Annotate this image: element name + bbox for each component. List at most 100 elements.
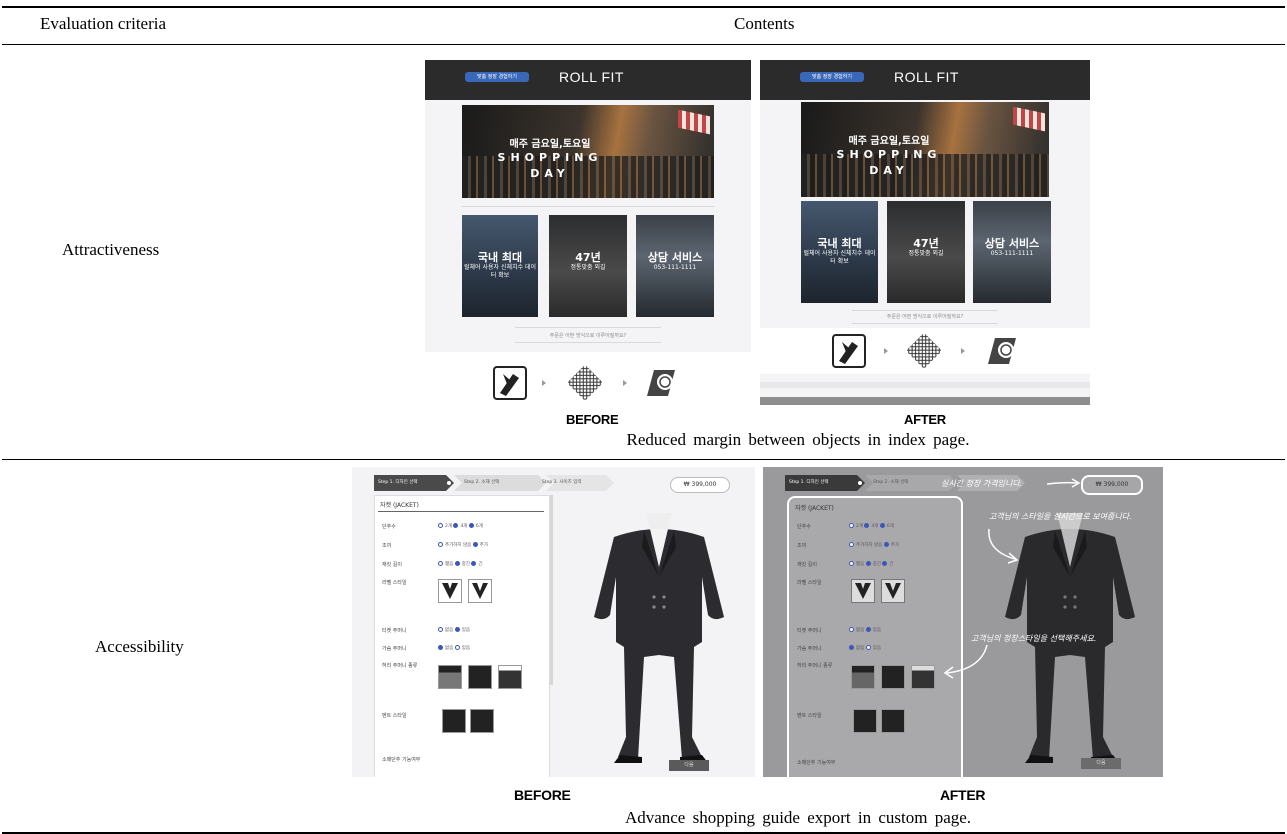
price-display: ₩ 399,000 xyxy=(1081,475,1143,495)
step-arrow-icon xyxy=(884,348,888,354)
option-label: 재킷 길이 xyxy=(382,562,402,568)
site-logo: ROLL FIT xyxy=(894,69,959,85)
order-question: 주문은 어떤 방식으로 이루어질까요? xyxy=(886,314,964,320)
tile-title: 47년 xyxy=(913,237,939,250)
lapel-style-swatch-icon xyxy=(468,579,492,603)
option-label: 라펠 스타일 xyxy=(382,580,407,586)
pocket-swatch xyxy=(468,665,492,689)
tile-title: 상담 서비스 xyxy=(984,237,1040,250)
option-label: 소매단추 기능여부 xyxy=(797,760,836,766)
table-row-divider xyxy=(2,459,1285,460)
before-label: BEFORE xyxy=(514,787,571,803)
banner-awning xyxy=(678,109,710,135)
banner-line3: DAY xyxy=(869,164,909,177)
design-pencil-icon xyxy=(493,366,527,400)
banner-line3: DAY xyxy=(530,167,570,180)
divider xyxy=(378,511,544,512)
option-values: 추가하지 않음 추가 xyxy=(849,542,899,548)
footer-strip xyxy=(760,382,1090,388)
pocket-swatch xyxy=(851,665,875,689)
option-label: 재킷 길이 xyxy=(797,562,817,568)
option-label: 가슴 주머니 xyxy=(382,646,407,652)
tile-sub: 럴체어 사용자 신체치수 데이터 확보 xyxy=(464,264,536,279)
before-label: BEFORE xyxy=(566,412,619,427)
header-contents: Contents xyxy=(734,14,795,33)
lapel-style-swatch-icon xyxy=(438,579,462,603)
custom-page-before-screenshot: Step 1. 디자인 선택 Step 2. 소재 선택 Step 3. 사이즈… xyxy=(352,467,755,777)
vent-swatch xyxy=(442,709,466,733)
promo-tile-2: 47년 정통맞춤 외길 xyxy=(549,215,627,317)
vent-swatch xyxy=(853,709,877,733)
arrow-to-options-icon xyxy=(943,644,988,679)
tile-sub: 053-111-1111 xyxy=(653,264,697,271)
option-label: 라펠 스타일 xyxy=(797,580,822,586)
tile-title: 47년 xyxy=(575,251,601,264)
option-values: 없음 있음 xyxy=(849,645,881,651)
section-title: 자켓 (JACKET) xyxy=(795,505,834,512)
option-values: 2개 4개 6개 xyxy=(849,523,894,529)
step-2-label: Step 2. 소재 선택 xyxy=(873,480,909,485)
option-values: 없음 있음 xyxy=(438,627,470,633)
pocket-swatch xyxy=(911,665,935,689)
order-question: 주문은 어떤 방식으로 이루어질까요? xyxy=(549,333,627,339)
option-label: 조끼 xyxy=(382,543,392,549)
option-label: 가슴 주머니 xyxy=(797,646,822,652)
promo-tile-2: 47년 정통맞춤 외길 xyxy=(887,201,965,303)
option-label: 소매단추 기능여부 xyxy=(382,757,421,763)
pocket-swatch xyxy=(438,665,462,689)
tile-sub: 럴체어 사용자 신체치수 데이터 확보 xyxy=(803,250,876,265)
shopping-day-banner: 매주 금요일,토요일 SHOPPING DAY xyxy=(462,105,714,198)
option-label: 티켓 주머니 xyxy=(797,628,822,634)
design-pencil-icon xyxy=(832,334,866,368)
option-values: 2개 4개 6개 xyxy=(438,523,483,529)
cta-button: 맞춤 정장 경험하기 xyxy=(800,72,864,82)
tile-title: 국내 최대 xyxy=(817,237,862,250)
fabric-pattern-icon xyxy=(907,334,941,368)
tile-title: 상담 서비스 xyxy=(647,251,703,264)
caption-accessibility: Advance shopping guide export in custom … xyxy=(624,808,972,827)
option-label: 조끼 xyxy=(797,543,807,549)
section-title: 자켓 (JACKET) xyxy=(380,502,419,509)
site-logo: ROLL FIT xyxy=(559,69,624,85)
option-label: 벤트 스타일 xyxy=(797,713,822,719)
next-button: 다음 xyxy=(1081,758,1121,769)
table-top-rule xyxy=(2,6,1285,8)
pocket-swatch xyxy=(881,665,905,689)
step-arrow-icon xyxy=(623,380,627,386)
header-evaluation-criteria: Evaluation criteria xyxy=(40,14,167,33)
options-panel xyxy=(374,495,550,777)
divider xyxy=(462,206,714,207)
promo-tile-1: 국내 최대 럴체어 사용자 신체치수 데이터 확보 xyxy=(801,201,878,303)
tile-sub: 정통맞춤 외길 xyxy=(570,264,606,271)
index-page-after-screenshot: 맞춤 정장 경험하기 ROLL FIT 매주 금요일,토요일 SHOPPING … xyxy=(760,60,1090,405)
option-label: 허리 주머니 종류 xyxy=(797,663,833,669)
lapel-style-swatch-icon xyxy=(851,579,875,603)
banner-line2: SHOPPING xyxy=(497,151,603,164)
step-1-label: Step 1. 디자인 선택 xyxy=(378,480,418,485)
option-label: 벤트 스타일 xyxy=(382,713,407,719)
option-label: 허리 주머니 종류 xyxy=(382,663,418,669)
criteria-accessibility: Accessibility xyxy=(95,637,184,656)
vent-swatch xyxy=(470,709,494,733)
option-label: 티켓 주머니 xyxy=(382,628,407,634)
arrow-to-price-icon xyxy=(1046,478,1081,488)
divider xyxy=(515,327,661,328)
criteria-attractiveness: Attractiveness xyxy=(62,240,160,259)
promo-tile-3: 상담 서비스 053-111-1111 xyxy=(636,215,714,317)
option-values: 추가하지 않음 추가 xyxy=(438,542,488,548)
fabric-pattern-icon xyxy=(568,366,602,400)
tile-title: 국내 최대 xyxy=(477,251,523,264)
tile-sub: 정통맞춤 외길 xyxy=(908,250,944,257)
step-2-label: Step 2. 소재 선택 xyxy=(464,480,500,485)
arrow-to-preview-icon xyxy=(988,528,1019,564)
promo-tile-1: 국내 최대 럴체어 사용자 신체치수 데이터 확보 xyxy=(462,215,538,317)
option-label: 단추수 xyxy=(797,524,811,530)
site-top-bar: 맞춤 정장 경험하기 ROLL FIT xyxy=(425,60,751,100)
after-label: AFTER xyxy=(904,412,946,427)
divider xyxy=(852,323,998,324)
step-arrow-icon xyxy=(542,380,546,386)
measuring-tape-icon xyxy=(647,370,675,396)
step-3-label: Step 3. 사이즈 입력 xyxy=(542,480,582,485)
table-header-rule xyxy=(2,44,1285,45)
cta-button: 맞춤 정장 경험하기 xyxy=(465,72,529,82)
